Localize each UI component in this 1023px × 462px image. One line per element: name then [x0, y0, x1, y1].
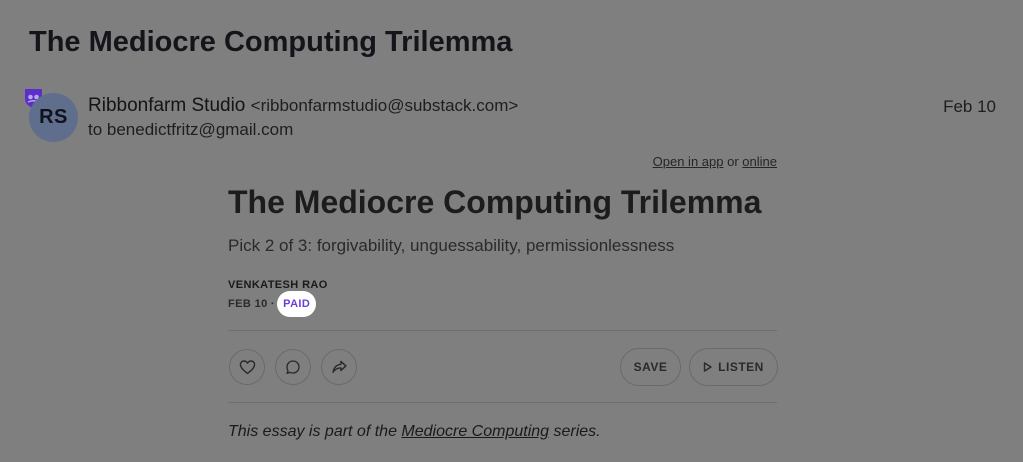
share-icon: [331, 360, 347, 374]
save-button[interactable]: SAVE: [620, 348, 681, 386]
open-links-or: or: [727, 154, 739, 169]
like-button[interactable]: [229, 349, 265, 385]
avatar: RS: [29, 93, 78, 142]
comment-icon: [286, 360, 300, 374]
save-label: SAVE: [633, 360, 668, 374]
sender-line: Ribbonfarm Studio <ribbonfarmstudio@subs…: [88, 95, 518, 117]
post-author[interactable]: VENKATESH RAO: [228, 279, 328, 291]
post-meta: FEB 10 ∙ PAID: [228, 291, 317, 317]
post-date: FEB 10: [228, 298, 268, 310]
paid-badge: PAID: [277, 291, 317, 317]
email-date: Feb 10: [943, 97, 996, 116]
meta-separator: ∙: [270, 298, 275, 310]
series-link[interactable]: Mediocre Computing: [401, 423, 549, 440]
listen-label: LISTEN: [718, 360, 764, 374]
recipient-line: to benedictfritz@gmail.com: [88, 120, 294, 139]
series-note-prefix: This essay is part of the: [228, 423, 397, 440]
post-subtitle: Pick 2 of 3: forgivability, unguessabili…: [228, 236, 675, 255]
share-button[interactable]: [321, 349, 357, 385]
open-links: Open in app or online: [653, 154, 777, 169]
sender-email: <ribbonfarmstudio@substack.com>: [250, 96, 519, 115]
sender-name[interactable]: Ribbonfarm Studio: [88, 95, 245, 116]
listen-button[interactable]: LISTEN: [689, 348, 778, 386]
post-title[interactable]: The Mediocre Computing Trilemma: [228, 184, 761, 221]
heart-icon: [239, 360, 255, 375]
email-subject: The Mediocre Computing Trilemma: [29, 26, 513, 58]
play-icon: [703, 362, 712, 372]
divider: [228, 402, 777, 403]
series-note-suffix: series.: [553, 423, 601, 440]
open-in-app-link[interactable]: Open in app: [653, 154, 724, 169]
avatar-initials: RS: [39, 106, 68, 128]
divider: [228, 330, 777, 331]
series-note: This essay is part of the Mediocre Compu…: [228, 423, 601, 441]
comment-button[interactable]: [275, 349, 311, 385]
open-online-link[interactable]: online: [742, 154, 777, 169]
